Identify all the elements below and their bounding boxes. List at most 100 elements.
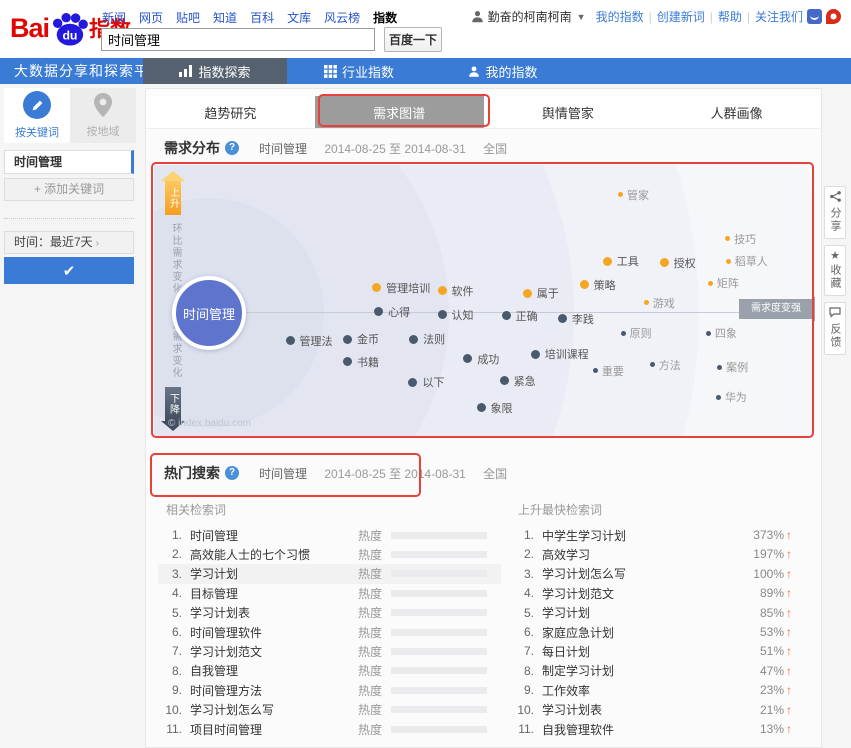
row-keyword[interactable]: 工作效率 [542, 682, 590, 699]
top-nav-link[interactable]: 新闻 [102, 11, 126, 25]
chart-point-李践[interactable]: 李践 [558, 311, 594, 327]
user-link[interactable]: 帮助 [718, 10, 742, 24]
chart-point-软件[interactable]: 软件 [438, 283, 474, 299]
chart-point-原则[interactable]: 原则 [621, 325, 652, 341]
related-term-row[interactable]: 6.时间管理软件热度 [158, 622, 501, 642]
related-term-row[interactable]: 2.高效能人士的七个习惯热度 [158, 544, 501, 564]
related-term-row[interactable]: 10.学习计划怎么写热度 [158, 700, 501, 720]
chart-point-四象[interactable]: 四象 [706, 325, 737, 341]
chart-point-方法[interactable]: 方法 [650, 357, 681, 373]
user-link[interactable]: 我的指数 [596, 10, 644, 24]
chart-point-正确[interactable]: 正确 [502, 308, 538, 324]
user-link[interactable]: 关注我们 [755, 10, 803, 24]
chart-point-象限[interactable]: 象限 [477, 400, 513, 416]
row-keyword[interactable]: 学习计划表 [542, 701, 602, 718]
rising-term-row[interactable]: 3.学习计划怎么写100%↑ [510, 564, 810, 584]
tab-by-keyword[interactable]: 按关键词 [4, 88, 70, 143]
chart-point-华为[interactable]: 华为 [716, 389, 747, 405]
rising-term-row[interactable]: 1.中学生学习计划373%↑ [510, 525, 810, 545]
rising-term-row[interactable]: 6.家庭应急计划53%↑ [510, 622, 810, 642]
row-keyword[interactable]: 时间管理方法 [190, 682, 262, 699]
row-keyword[interactable]: 项目时间管理 [190, 721, 262, 738]
rising-term-row[interactable]: 11.自我管理软件13%↑ [510, 719, 810, 739]
chart-point-授权[interactable]: 授权 [660, 255, 696, 271]
navbar-tab-我的指数[interactable]: 我的指数 [431, 58, 575, 84]
row-keyword[interactable]: 学习计划范文 [190, 643, 262, 660]
chart-point-属于[interactable]: 属于 [523, 285, 559, 301]
rising-term-row[interactable]: 8.制定学习计划47%↑ [510, 661, 810, 681]
row-keyword[interactable]: 学习计划怎么写 [190, 701, 274, 718]
rising-term-row[interactable]: 5.学习计划85%↑ [510, 603, 810, 623]
row-keyword[interactable]: 学习计划怎么写 [542, 565, 626, 582]
chart-point-矩阵[interactable]: 矩阵 [708, 275, 739, 291]
related-term-row[interactable]: 9.时间管理方法热度 [158, 680, 501, 700]
add-keyword-button[interactable]: + 添加关键词 [4, 178, 134, 201]
top-nav-link[interactable]: 风云榜 [324, 11, 360, 25]
center-keyword-node[interactable]: 时间管理 [172, 276, 246, 350]
chart-point-法则[interactable]: 法则 [409, 331, 445, 347]
help-icon[interactable]: ? [225, 141, 239, 155]
row-keyword[interactable]: 学习计划范文 [542, 585, 614, 602]
反馈-button[interactable]: 反馈 [824, 302, 846, 355]
user-link[interactable]: 创建新词 [657, 10, 705, 24]
row-keyword[interactable]: 学习计划 [542, 604, 590, 621]
tab-人群画像[interactable]: 人群画像 [652, 96, 821, 128]
search-input[interactable] [101, 28, 375, 51]
top-nav-link[interactable]: 贴吧 [176, 11, 200, 25]
row-keyword[interactable]: 自我管理软件 [542, 721, 614, 738]
chart-point-技巧[interactable]: 技巧 [725, 231, 756, 247]
row-keyword[interactable]: 目标管理 [190, 585, 238, 602]
row-keyword[interactable]: 学习计划 [190, 565, 238, 582]
chart-point-稻草人[interactable]: 稻草人 [726, 253, 768, 269]
search-button[interactable]: 百度一下 [384, 27, 442, 52]
分享-button[interactable]: 分享 [824, 186, 846, 239]
related-term-row[interactable]: 7.学习计划范文热度 [158, 641, 501, 661]
top-nav-link[interactable]: 网页 [139, 11, 163, 25]
chart-point-重要[interactable]: 重要 [593, 363, 624, 379]
tab-舆情管家[interactable]: 舆情管家 [484, 96, 653, 128]
time-filter[interactable]: 时间：最近7天› [4, 231, 134, 254]
tab-趋势研究[interactable]: 趋势研究 [146, 96, 315, 128]
related-term-row[interactable]: 8.自我管理热度 [158, 661, 501, 681]
row-keyword[interactable]: 高效能人士的七个习惯 [190, 546, 310, 563]
weibo-icon[interactable] [826, 9, 841, 24]
chart-point-成功[interactable]: 成功 [463, 351, 499, 367]
related-term-row[interactable]: 1.时间管理热度 [158, 525, 501, 545]
chart-point-认知[interactable]: 认知 [438, 307, 474, 323]
row-keyword[interactable]: 时间管理 [190, 527, 238, 544]
confirm-button[interactable]: ✔ [4, 257, 134, 284]
top-nav-link[interactable]: 指数 [373, 11, 397, 25]
row-keyword[interactable]: 家庭应急计划 [542, 624, 614, 641]
related-term-row[interactable]: 5.学习计划表热度 [158, 603, 501, 623]
rising-term-row[interactable]: 7.每日计划51%↑ [510, 641, 810, 661]
top-nav-link[interactable]: 知道 [213, 11, 237, 25]
row-keyword[interactable]: 高效学习 [542, 546, 590, 563]
chart-point-游戏[interactable]: 游戏 [644, 295, 675, 311]
top-nav-link[interactable]: 百科 [250, 11, 274, 25]
navbar-tab-行业指数[interactable]: 行业指数 [287, 58, 431, 84]
related-term-row[interactable]: 3.学习计划热度 [158, 564, 501, 584]
chart-point-案例[interactable]: 案例 [717, 359, 748, 375]
chart-point-工具[interactable]: 工具 [603, 253, 639, 269]
tab-by-region[interactable]: 按地域 [70, 88, 136, 143]
rising-term-row[interactable]: 2.高效学习197%↑ [510, 544, 810, 564]
row-keyword[interactable]: 中学生学习计划 [542, 527, 626, 544]
row-keyword[interactable]: 每日计划 [542, 643, 590, 660]
help-icon[interactable]: ? [225, 466, 239, 480]
related-term-row[interactable]: 4.目标管理热度 [158, 583, 501, 603]
rising-term-row[interactable]: 4.学习计划范文89%↑ [510, 583, 810, 603]
user-name[interactable]: 勤奋的柯南柯南 [488, 8, 572, 25]
chart-point-书籍[interactable]: 书籍 [343, 354, 379, 370]
tab-需求图谱[interactable]: 需求图谱 [315, 96, 484, 128]
row-keyword[interactable]: 时间管理软件 [190, 624, 262, 641]
keyword-item[interactable]: 时间管理 [4, 150, 134, 174]
chart-point-策略[interactable]: 策略 [580, 277, 616, 293]
row-keyword[interactable]: 学习计划表 [190, 604, 250, 621]
chart-point-管理培训[interactable]: 管理培训 [372, 280, 430, 296]
chart-point-培训课程[interactable]: 培训课程 [531, 346, 589, 362]
row-keyword[interactable]: 自我管理 [190, 662, 238, 679]
chart-point-管家[interactable]: 管家 [618, 187, 649, 203]
top-nav-link[interactable]: 文库 [287, 11, 311, 25]
navbar-tab-指数探索[interactable]: 指数探索 [143, 58, 287, 84]
chart-point-心得[interactable]: 心得 [374, 304, 410, 320]
